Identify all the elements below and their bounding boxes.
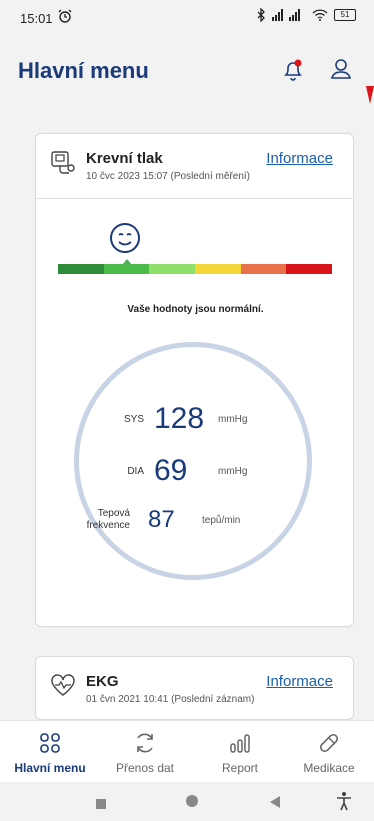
sys-unit: mmHg [218, 413, 248, 425]
sys-label: SYS [123, 413, 144, 425]
nav-label: Report [221, 761, 259, 775]
card-header: Krevní tlak 10 čvc 2023 15:07 (Poslední … [36, 134, 353, 199]
pulse-label-line2: frekvence [86, 520, 130, 531]
nav-label: Přenos dat [115, 761, 175, 775]
nav-label: Hlavní menu [14, 761, 86, 775]
scale-segment [149, 264, 195, 274]
system-navigation-bar [0, 782, 374, 821]
arrow-pointer-icon [366, 86, 374, 109]
sys-row: SYS 128 mmHg [114, 402, 247, 436]
pulse-value: 87 [148, 506, 175, 533]
sync-icon [100, 731, 190, 755]
pulse-row: Tepová frekvence 87 tepů/min [78, 506, 241, 534]
wifi-icon [312, 9, 328, 21]
dia-row: DIA 69 mmHg [114, 454, 247, 488]
info-link[interactable]: Informace [266, 150, 333, 167]
bp-level-scale [58, 264, 332, 274]
dia-value: 69 [154, 454, 188, 487]
pulse-label-line1: Tepová [97, 508, 130, 519]
nav-item-main-menu[interactable]: Hlavní menu [5, 721, 95, 777]
scale-segment [58, 264, 104, 274]
ekg-card[interactable]: EKG 01 čvn 2021 10:41 (Poslední záznam) … [35, 656, 354, 720]
card-subtitle: 10 čvc 2023 15:07 (Poslední měření) [86, 171, 250, 182]
recent-apps-icon[interactable] [96, 796, 106, 814]
bottom-navigation: Hlavní menu Přenos dat Report Medikace [0, 720, 374, 783]
battery-icon: 51 [334, 9, 356, 21]
info-link[interactable]: Informace [266, 673, 333, 690]
battery-level: 51 [340, 10, 350, 19]
scale-segment [286, 264, 332, 274]
dia-unit: mmHg [218, 465, 248, 477]
accessibility-icon[interactable] [336, 791, 352, 816]
status-message: Vaše hodnoty jsou normální. [127, 304, 264, 315]
sys-value: 128 [154, 402, 205, 435]
card-title: Krevní tlak [86, 150, 163, 167]
scale-segment [194, 264, 241, 274]
smiley-face-icon [108, 221, 142, 260]
pulse-unit: tepů/min [202, 514, 241, 526]
blood-pressure-card[interactable]: Krevní tlak 10 čvc 2023 15:07 (Poslední … [35, 133, 354, 627]
nav-label: Medikace [303, 761, 355, 775]
bluetooth-icon [256, 8, 266, 22]
pulse-label: Tepová frekvence [78, 508, 130, 532]
chart-icon [195, 731, 285, 755]
nav-item-report[interactable]: Report [195, 721, 285, 777]
signal-icon [272, 9, 306, 21]
status-bar: 15:01 51 [0, 0, 374, 40]
card-title: EKG [86, 673, 119, 690]
dia-label: DIA [127, 465, 144, 477]
status-time: 15:01 [20, 11, 53, 26]
back-icon[interactable] [270, 795, 280, 813]
card-header: EKG 01 čvn 2021 10:41 (Poslední záznam) … [36, 657, 353, 719]
pill-icon [284, 731, 374, 755]
home-icon[interactable] [184, 793, 200, 814]
user-icon[interactable] [330, 58, 352, 85]
grid-icon [5, 731, 95, 755]
level-marker [121, 259, 132, 265]
notification-bell-icon[interactable] [282, 58, 304, 87]
alarm-icon [58, 9, 72, 28]
scale-segment [103, 264, 150, 274]
page-title: Hlavní menu [18, 58, 149, 83]
card-subtitle: 01 čvn 2021 10:41 (Poslední záznam) [86, 694, 255, 705]
blood-pressure-monitor-icon [50, 150, 76, 181]
scale-segment [240, 264, 287, 274]
nav-item-medication[interactable]: Medikace [284, 721, 374, 777]
heart-pulse-icon [50, 673, 76, 702]
nav-item-data-transfer[interactable]: Přenos dat [100, 721, 190, 777]
